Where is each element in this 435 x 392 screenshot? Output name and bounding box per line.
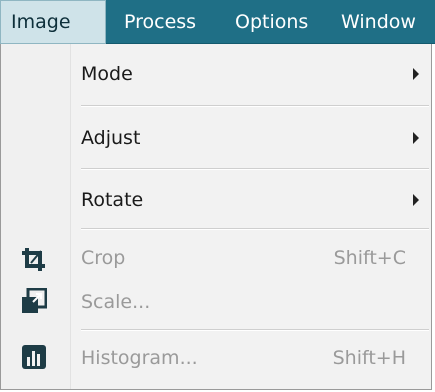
image-dropdown-menu: Mode Adjust Rotate Crop Shift+C Scale...… <box>0 44 432 390</box>
menu-item-histogram-label: Histogram... <box>81 347 198 369</box>
menu-item-mode[interactable]: Mode <box>1 44 431 104</box>
menu-item-mode-label: Mode <box>81 63 133 85</box>
menu-item-histogram[interactable]: Histogram... Shift+H <box>1 334 431 382</box>
menu-item-crop[interactable]: Crop Shift+C <box>1 234 431 282</box>
menu-process[interactable]: Process <box>124 0 196 44</box>
submenu-arrow-icon <box>413 194 419 206</box>
menu-item-adjust[interactable]: Adjust <box>1 108 431 168</box>
menu-separator <box>81 105 429 107</box>
menu-window[interactable]: Window <box>341 0 416 44</box>
menu-item-crop-label: Crop <box>81 247 126 269</box>
histogram-icon <box>22 345 46 369</box>
menu-item-scale[interactable]: Scale... <box>1 278 431 326</box>
menu-image[interactable]: Image <box>0 0 106 44</box>
menu-separator <box>81 228 429 230</box>
submenu-arrow-icon <box>413 132 419 144</box>
menu-item-crop-shortcut: Shift+C <box>333 247 406 269</box>
menu-image-label: Image <box>11 11 71 33</box>
menubar: Image Process Options Window <box>0 0 435 44</box>
submenu-arrow-icon <box>413 68 419 80</box>
menu-item-histogram-shortcut: Shift+H <box>332 347 406 369</box>
crop-icon <box>22 248 45 271</box>
menu-item-rotate-label: Rotate <box>81 189 144 211</box>
menu-item-scale-label: Scale... <box>81 291 151 313</box>
menu-item-rotate[interactable]: Rotate <box>1 170 431 230</box>
menu-item-adjust-label: Adjust <box>81 127 141 149</box>
menu-separator <box>81 329 429 331</box>
scale-icon <box>22 288 47 313</box>
menu-options[interactable]: Options <box>235 0 308 44</box>
